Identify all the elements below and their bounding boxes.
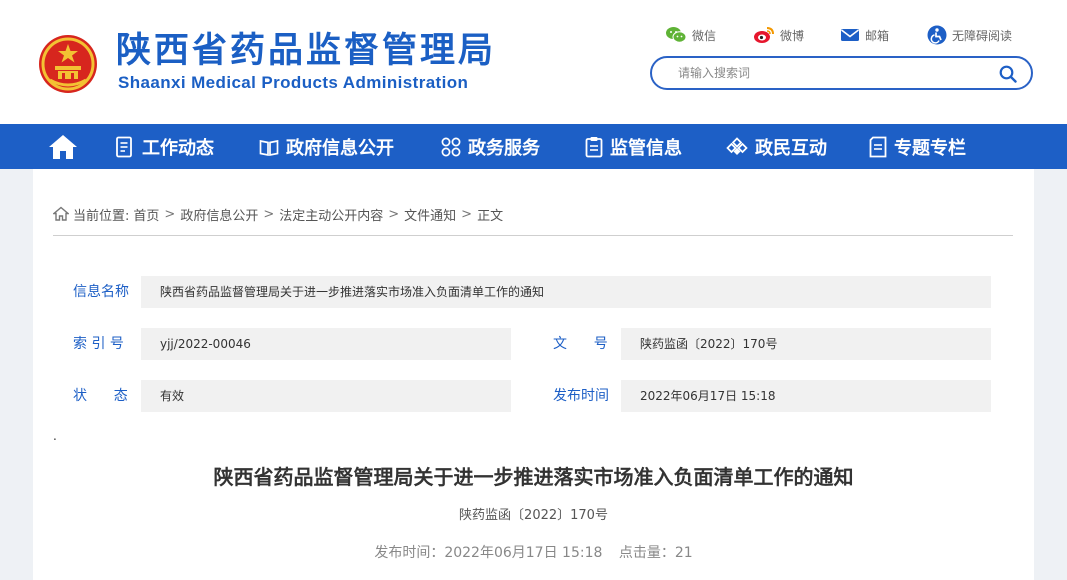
article-title: 陕西省药品监督管理局关于进一步推进落实市场准入负面清单工作的通知: [213, 465, 854, 489]
nav-item-special-topics[interactable]: 专题专栏: [869, 124, 966, 169]
wechat-icon: [666, 27, 687, 43]
site-name-cn: 陕西省药品监督管理局: [116, 31, 497, 71]
search-box: [650, 56, 1033, 90]
index-no-label: 索 引 号: [73, 336, 124, 352]
status-label: 状 态: [73, 388, 128, 404]
breadcrumb-prefix: 当前位置:: [73, 208, 130, 224]
info-name-label: 信息名称: [73, 284, 129, 300]
accessibility-icon: [927, 25, 947, 45]
top-links: 微信 微博 邮箱 无障碍阅读: [665, 24, 1035, 46]
nav-item-label: 监管信息: [610, 137, 682, 159]
breadcrumb-statutory-content[interactable]: 法定主动公开内容: [279, 205, 383, 224]
publish-date-value: 2022年06月17日 15:18: [621, 380, 991, 412]
content-panel: 当前位置: 首页 > 政府信息公开 > 法定主动公开内容 > 文件通知 > 正文…: [33, 169, 1034, 580]
wechat-label: 微信: [692, 28, 717, 43]
breadcrumb-file-notice[interactable]: 文件通知: [404, 205, 456, 224]
breadcrumb-divider: [53, 235, 1013, 236]
article-info: 发布时间：2022年06月17日 15:18 点击量：21: [33, 542, 1034, 562]
breadcrumb-separator: >: [164, 206, 176, 222]
doc-no-label: 文 号: [553, 336, 608, 352]
national-emblem-icon: [39, 35, 97, 93]
article-doc-no: 陕药监函〔2022〕170号: [459, 508, 608, 523]
breadcrumb-home[interactable]: 首页: [133, 205, 159, 224]
weibo-label: 微博: [780, 28, 805, 43]
book-icon: [259, 139, 279, 156]
document-list-icon: [116, 136, 132, 157]
breadcrumb-separator: >: [461, 206, 473, 222]
wechat-link[interactable]: 微信: [665, 24, 716, 46]
nav-item-gov-service[interactable]: 政务服务: [441, 124, 540, 169]
breadcrumb-current: 正文: [477, 208, 504, 224]
info-name-value: 陕西省药品监督管理局关于进一步推进落实市场准入负面清单工作的通知: [141, 276, 991, 308]
nav-item-label: 工作动态: [142, 137, 214, 159]
accessibility-label: 无障碍阅读: [952, 28, 1013, 43]
site-header: 陕西省药品监督管理局 Shaanxi Medical Products Admi…: [0, 0, 1067, 124]
nav-item-label: 政民互动: [755, 137, 827, 159]
search-input[interactable]: [678, 64, 978, 82]
doc-no-value: 陕药监函〔2022〕170号: [621, 328, 991, 360]
accessibility-link[interactable]: 无障碍阅读: [927, 24, 1012, 46]
publish-date-label: 发布时间: [553, 388, 609, 404]
index-no-value: yjj/2022-00046: [141, 328, 511, 360]
folder-icon: [869, 136, 887, 157]
mail-icon: [841, 29, 859, 41]
breadcrumb: 当前位置: 首页 > 政府信息公开 > 法定主动公开内容 > 文件通知 > 正文: [53, 205, 504, 224]
mail-link[interactable]: 邮箱: [840, 24, 889, 46]
nav-item-label: 政务服务: [468, 137, 540, 159]
status-value: 有效: [141, 380, 511, 412]
breadcrumb-gov-info[interactable]: 政府信息公开: [180, 205, 258, 224]
stray-dot: .: [53, 429, 57, 443]
site-name-en: Shaanxi Medical Products Administration: [118, 73, 469, 92]
breadcrumb-separator: >: [388, 206, 400, 222]
nav-item-label: 专题专栏: [894, 137, 966, 159]
nav-item-interaction[interactable]: 政民互动: [726, 124, 827, 169]
main-nav: 工作动态 政府信息公开 政务服务 监管信息 政民互动 专题专栏: [0, 124, 1067, 169]
nav-item-work-news[interactable]: 工作动态: [115, 124, 214, 169]
search-icon[interactable]: [999, 65, 1017, 83]
nav-item-gov-info[interactable]: 政府信息公开: [259, 124, 394, 169]
article-click-count: 点击量：21: [618, 545, 693, 561]
clipboard-icon: [585, 136, 603, 157]
mail-label: 邮箱: [865, 28, 890, 43]
location-home-icon: [53, 206, 69, 221]
weibo-icon: [754, 27, 774, 43]
nav-item-supervision[interactable]: 监管信息: [585, 124, 682, 169]
grid-icon: [441, 137, 461, 156]
nav-item-label: 政府信息公开: [286, 137, 394, 159]
home-icon[interactable]: [48, 133, 78, 161]
interaction-icon: [726, 136, 748, 155]
article-publish-time: 发布时间：2022年06月17日 15:18: [374, 545, 603, 561]
breadcrumb-separator: >: [263, 206, 275, 222]
weibo-link[interactable]: 微博: [753, 24, 804, 46]
